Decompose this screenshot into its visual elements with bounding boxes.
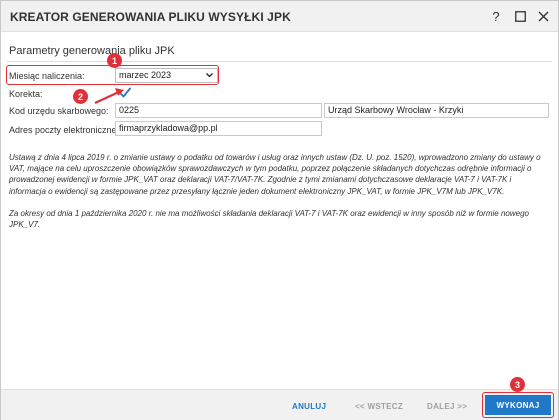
back-button[interactable]: << WSTECZ xyxy=(355,402,403,411)
close-icon xyxy=(538,11,548,21)
annotation-badge-1: 1 xyxy=(107,53,122,68)
info-text: Ustawą z dnia 4 lipca 2019 r. o zmianie … xyxy=(9,152,549,241)
info-paragraph-2: Za okresy od dnia 1 października 2020 r.… xyxy=(9,208,529,230)
maximize-icon xyxy=(514,10,526,22)
correction-label: Korekta: xyxy=(9,89,43,99)
section-divider xyxy=(7,61,552,62)
annotation-badge-2: 2 xyxy=(73,89,88,104)
tax-office-label: Kod urzędu skarbowego: xyxy=(9,106,109,116)
email-field[interactable]: firmaprzykladowa@pp.pl xyxy=(115,121,322,136)
tax-office-code-field[interactable]: 0225 xyxy=(115,103,322,118)
section-title: Parametry generowania pliku JPK xyxy=(9,45,175,57)
month-annotation-frame xyxy=(6,65,219,85)
tax-office-name-field: Urząd Skarbowy Wrocław - Krzyki xyxy=(324,103,549,118)
help-button[interactable]: ? xyxy=(487,7,505,25)
cancel-button[interactable]: ANULUJ xyxy=(292,402,326,411)
maximize-button[interactable] xyxy=(511,7,529,25)
jpk-wizard-window: KREATOR GENEROWANIA PLIKU WYSYŁKI JPK ? … xyxy=(0,0,559,420)
annotation-arrow xyxy=(94,88,124,104)
window-title: KREATOR GENEROWANIA PLIKU WYSYŁKI JPK xyxy=(10,10,291,24)
tax-office-name-value: Urząd Skarbowy Wrocław - Krzyki xyxy=(328,105,464,115)
next-button[interactable]: DALEJ >> xyxy=(427,402,467,411)
email-label: Adres poczty elektronicznej: xyxy=(9,125,122,135)
footer-bar xyxy=(1,389,558,420)
close-button[interactable] xyxy=(534,7,552,25)
title-bar: KREATOR GENEROWANIA PLIKU WYSYŁKI JPK ? xyxy=(1,1,558,32)
execute-annotation-frame xyxy=(482,392,554,418)
annotation-badge-3: 3 xyxy=(510,377,525,392)
info-paragraph-1: Ustawą z dnia 4 lipca 2019 r. o zmianie … xyxy=(9,153,541,196)
help-icon: ? xyxy=(492,8,500,24)
email-value: firmaprzykladowa@pp.pl xyxy=(119,123,218,133)
